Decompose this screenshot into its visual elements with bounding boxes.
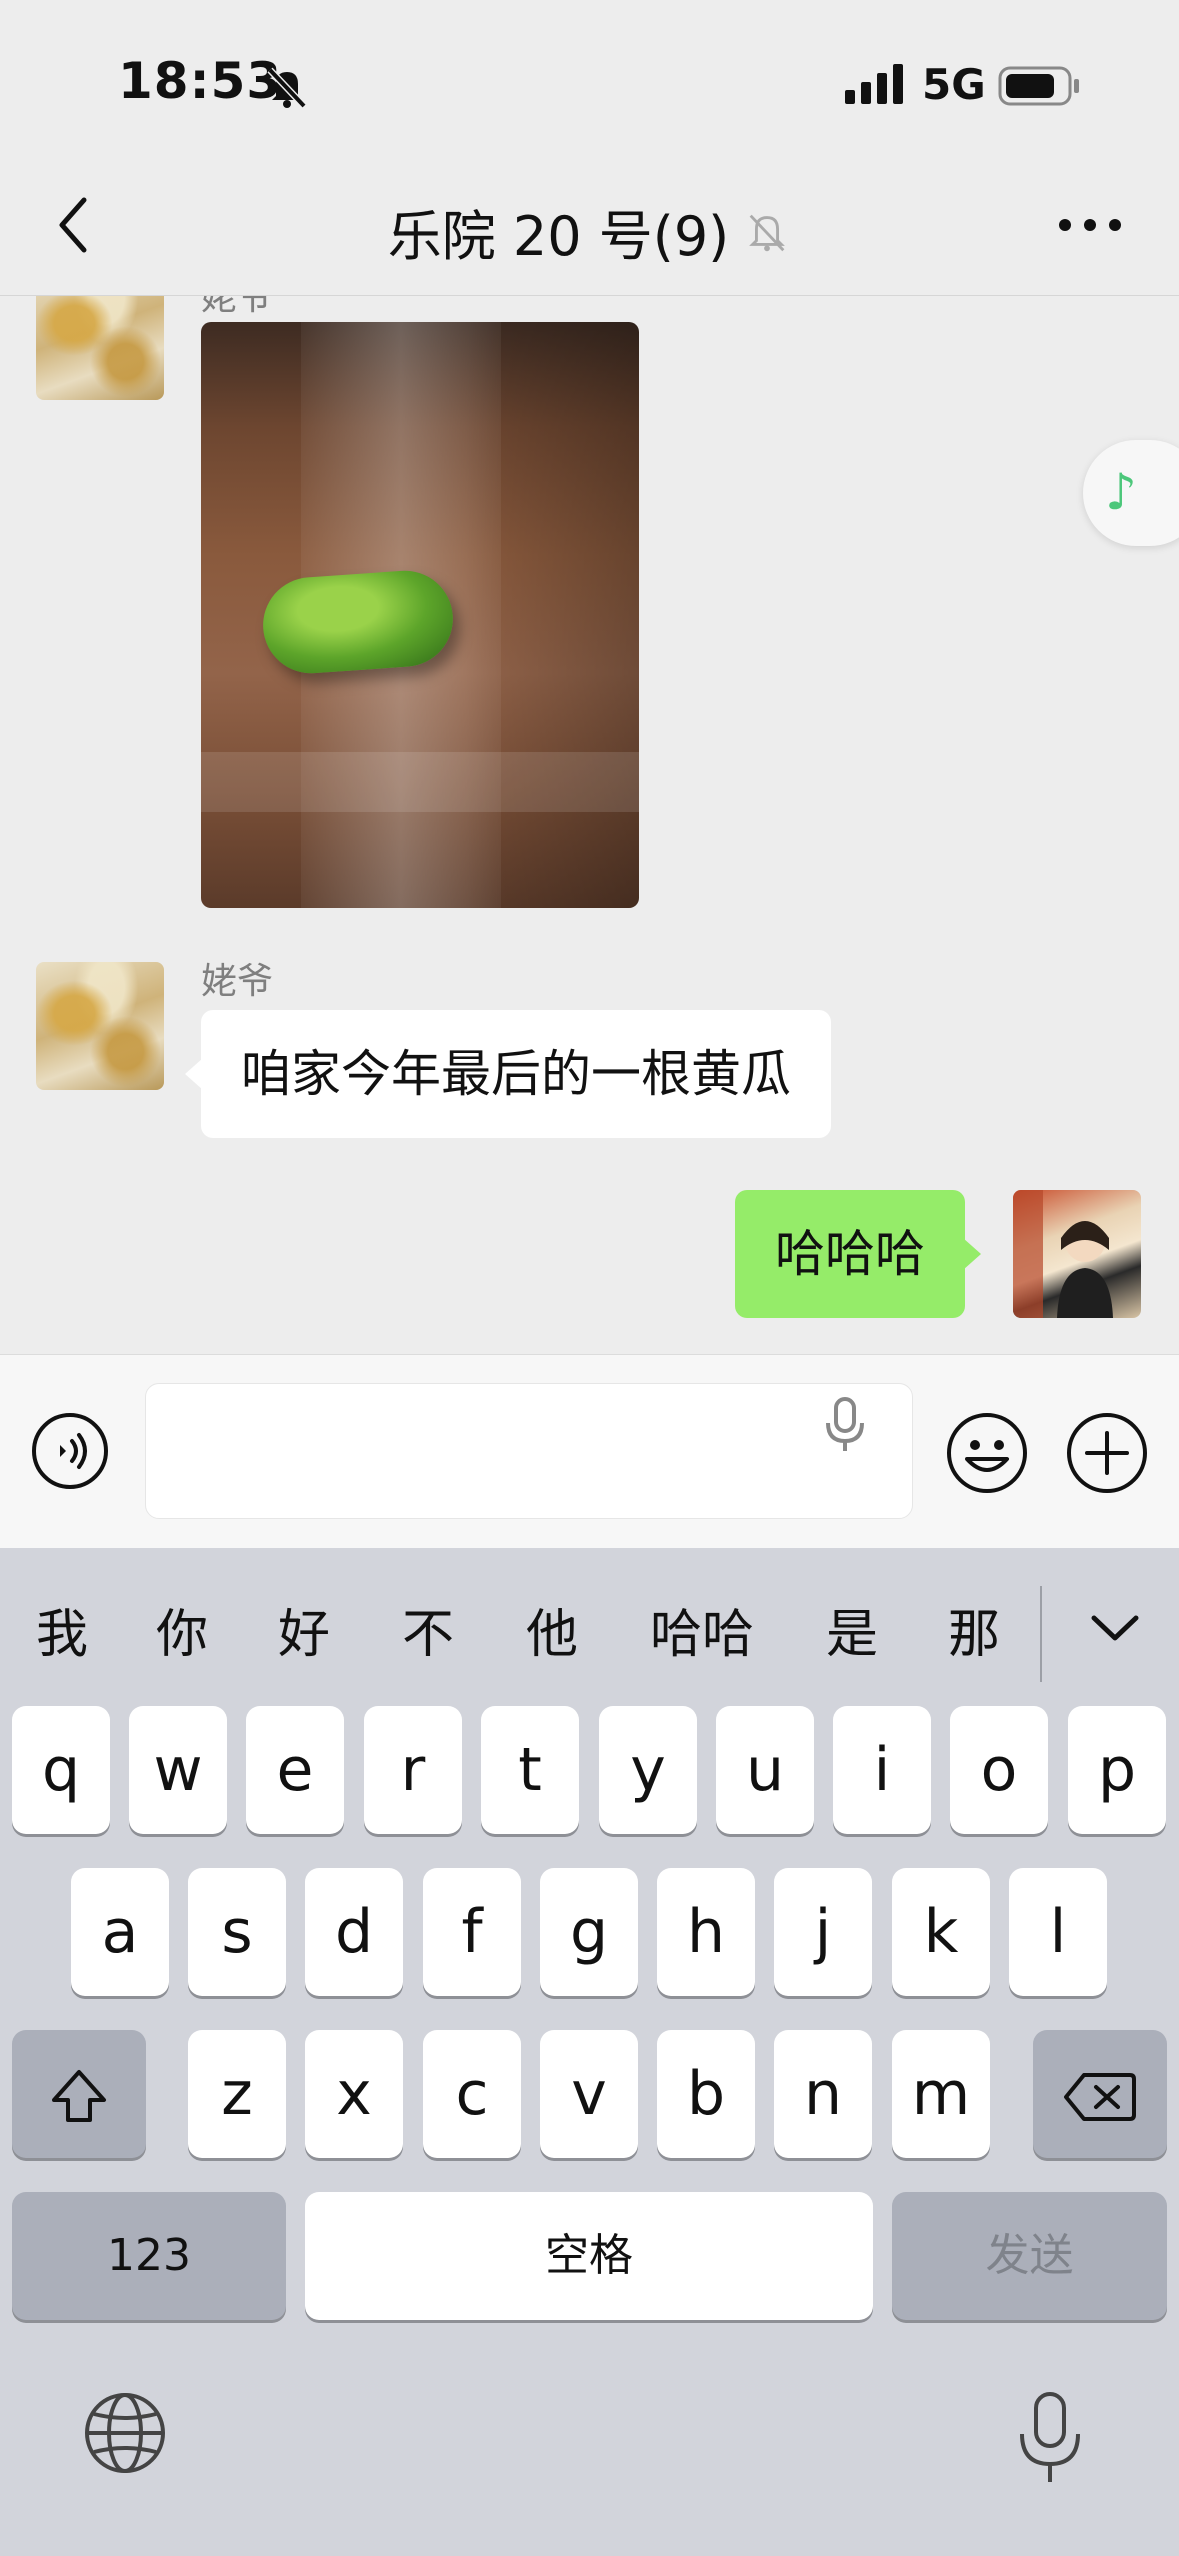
- key-s[interactable]: s: [188, 1868, 286, 1996]
- more-dots-icon[interactable]: [1055, 210, 1125, 240]
- key-r[interactable]: r: [364, 1706, 462, 1834]
- photo-message[interactable]: [201, 322, 639, 908]
- candidate-item[interactable]: 不: [402, 1592, 454, 1667]
- key-k[interactable]: k: [892, 1868, 990, 1996]
- avatar[interactable]: [36, 962, 164, 1090]
- status-bar: 18:53 5G: [0, 0, 1179, 160]
- key-i[interactable]: i: [833, 1706, 931, 1834]
- key-f[interactable]: f: [423, 1868, 521, 1996]
- key-j[interactable]: j: [774, 1868, 872, 1996]
- candidate-item[interactable]: 我: [36, 1592, 88, 1667]
- key-a[interactable]: a: [71, 1868, 169, 1996]
- network-label: 5G: [922, 60, 986, 109]
- key-h[interactable]: h: [657, 1868, 755, 1996]
- key-l[interactable]: l: [1009, 1868, 1107, 1996]
- candidate-item[interactable]: 好: [278, 1592, 330, 1667]
- signal-icon: [845, 64, 907, 108]
- key-x[interactable]: x: [305, 2030, 403, 2158]
- key-e[interactable]: e: [246, 1706, 344, 1834]
- shift-icon[interactable]: [12, 2030, 146, 2158]
- message-bubble[interactable]: 咱家今年最后的一根黄瓜: [185, 1010, 831, 1138]
- candidate-bar: 我 你 好 不 他 哈哈 是 那: [0, 1548, 1179, 1688]
- key-u[interactable]: u: [716, 1706, 814, 1834]
- status-time: 18:53: [118, 52, 283, 110]
- key-y[interactable]: y: [599, 1706, 697, 1834]
- bell-slash-icon: [749, 214, 786, 251]
- plus-icon[interactable]: [1065, 1411, 1149, 1495]
- input-bar: [0, 1354, 1179, 1549]
- candidate-item[interactable]: 他: [526, 1592, 578, 1667]
- space-key[interactable]: 空格: [305, 2192, 873, 2320]
- key-z[interactable]: z: [188, 2030, 286, 2158]
- delete-icon[interactable]: [1033, 2030, 1167, 2158]
- keyboard: 我 你 好 不 他 哈哈 是 那 q w e r t y u i o p a s…: [0, 1548, 1179, 2556]
- key-q[interactable]: q: [12, 1706, 110, 1834]
- emoji-icon[interactable]: [945, 1411, 1029, 1495]
- key-t[interactable]: t: [481, 1706, 579, 1834]
- chevron-down-icon[interactable]: [1080, 1598, 1150, 1658]
- key-p[interactable]: p: [1068, 1706, 1166, 1834]
- bell-slash-icon: [262, 62, 312, 112]
- my-avatar[interactable]: [1013, 1190, 1141, 1318]
- battery-icon: [998, 66, 1082, 110]
- sender-name: 姥爷: [201, 961, 274, 1002]
- avatar[interactable]: [36, 296, 164, 400]
- voice-icon[interactable]: [30, 1411, 110, 1491]
- key-d[interactable]: d: [305, 1868, 403, 1996]
- key-o[interactable]: o: [950, 1706, 1048, 1834]
- sender-name: 姥爷: [201, 296, 274, 318]
- microphone-icon[interactable]: [1010, 2388, 1090, 2488]
- key-g[interactable]: g: [540, 1868, 638, 1996]
- key-b[interactable]: b: [657, 2030, 755, 2158]
- key-c[interactable]: c: [423, 2030, 521, 2158]
- candidate-divider: [1040, 1586, 1042, 1682]
- key-w[interactable]: w: [129, 1706, 227, 1834]
- music-note-icon: ♪: [1105, 463, 1137, 521]
- candidate-item[interactable]: 你: [156, 1592, 208, 1667]
- my-message-bubble[interactable]: 哈哈哈: [735, 1190, 981, 1318]
- key-v[interactable]: v: [540, 2030, 638, 2158]
- key-n[interactable]: n: [774, 2030, 872, 2158]
- chat-area[interactable]: 姥爷 姥爷 咱家今年最后的一根黄瓜 哈哈哈: [0, 296, 1179, 1354]
- candidate-item[interactable]: 哈哈: [650, 1592, 754, 1667]
- chat-title[interactable]: 乐院 20 号(9): [0, 192, 1179, 271]
- globe-icon[interactable]: [80, 2388, 170, 2478]
- send-key[interactable]: 发送: [892, 2192, 1167, 2320]
- chat-title-text: 乐院 20 号(9): [387, 205, 730, 268]
- numbers-key[interactable]: 123: [12, 2192, 286, 2320]
- message-input[interactable]: [145, 1383, 913, 1519]
- candidate-item[interactable]: 是: [826, 1592, 878, 1667]
- cucumber-image: [259, 567, 457, 677]
- candidate-item[interactable]: 那: [948, 1592, 1000, 1667]
- nav-bar: 乐院 20 号(9): [0, 160, 1179, 296]
- mic-icon[interactable]: [820, 1395, 870, 1455]
- music-float-button[interactable]: ♪: [1083, 440, 1179, 546]
- key-m[interactable]: m: [892, 2030, 990, 2158]
